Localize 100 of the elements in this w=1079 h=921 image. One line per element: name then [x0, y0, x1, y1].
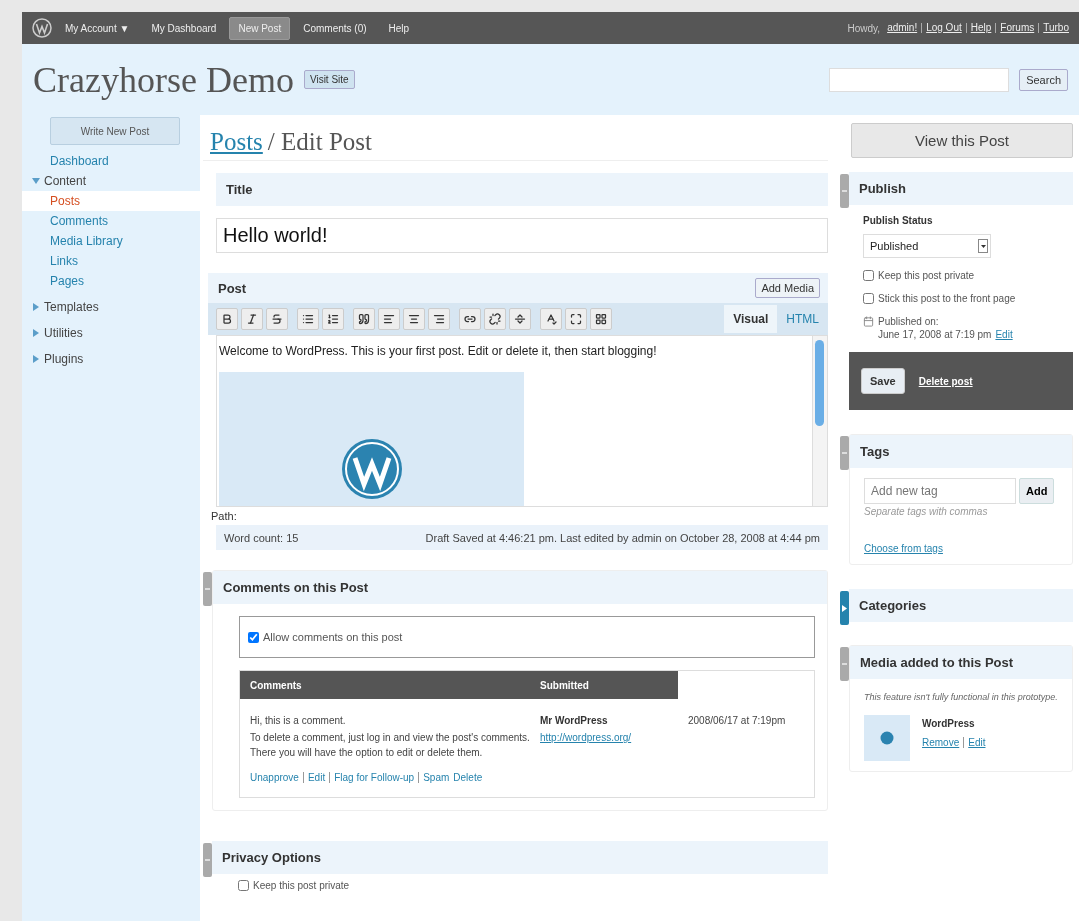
edit-link[interactable]: Edit: [995, 329, 1013, 340]
logo-icon: [340, 438, 403, 500]
align-left-icon: [383, 313, 395, 325]
toolbar-button[interactable]: [459, 308, 481, 330]
toolbar-button[interactable]: [378, 308, 400, 330]
checkbox[interactable]: [863, 270, 874, 281]
toolbar-button[interactable]: [241, 308, 263, 330]
checkbox[interactable]: [238, 880, 249, 891]
add-tag-button[interactable]: Add: [1019, 478, 1055, 504]
panel-title: Comments on this Post: [213, 571, 827, 604]
nav-item[interactable]: Links: [22, 251, 200, 271]
action-link[interactable]: Unapprove: [250, 772, 303, 783]
nav-item[interactable]: Dashboard: [22, 151, 200, 171]
nav-item[interactable]: Comments: [22, 211, 200, 231]
toggle-handle[interactable]: [840, 591, 849, 625]
user-link[interactable]: admin!: [883, 23, 922, 33]
quote-icon: [358, 313, 370, 325]
path-label: Path:: [211, 510, 237, 522]
choose-tags-link[interactable]: Choose from tags: [864, 543, 1058, 554]
breadcrumb-link[interactable]: Posts: [210, 128, 263, 156]
toolbar-button[interactable]: [353, 308, 375, 330]
checkbox-label: Keep this post private: [253, 880, 350, 891]
strikethrough-icon: [271, 313, 283, 325]
toggle-handle[interactable]: [203, 843, 212, 877]
editor-area[interactable]: Welcome to WordPress. This is your first post. Edit or delete it, then start blogging!: [216, 335, 828, 507]
action-link[interactable]: Delete: [453, 772, 487, 783]
menu-item[interactable]: My Dashboard: [142, 16, 226, 40]
delete-link[interactable]: Delete post: [918, 375, 973, 387]
action-link[interactable]: Remove: [922, 737, 964, 748]
account-link[interactable]: Turbo: [1038, 23, 1073, 33]
toolbar-button[interactable]: [297, 308, 319, 330]
field-label: Publish Status: [863, 215, 934, 226]
comment-date: 2008/06/17 at 7:19pm: [688, 714, 787, 728]
toolbar-button[interactable]: [484, 308, 506, 330]
link-icon: [464, 313, 476, 325]
add-media-button[interactable]: Add Media: [755, 278, 820, 298]
toggle-handle[interactable]: [203, 572, 212, 606]
calendar-icon: [863, 316, 874, 327]
menu-item[interactable]: My Account ▼: [56, 16, 139, 40]
column-header: Comments: [240, 671, 530, 699]
logo-icon: [880, 731, 894, 745]
editor-tab[interactable]: HTML: [777, 305, 828, 333]
toolbar-button[interactable]: [590, 308, 612, 330]
checkbox-label: Keep this post private: [878, 270, 975, 281]
toolbar-button[interactable]: [322, 308, 344, 330]
page-title: / Edit Post: [267, 128, 372, 156]
menu-item[interactable]: Help: [379, 16, 419, 40]
toggle-handle[interactable]: [840, 647, 849, 681]
toolbar-button[interactable]: [403, 308, 425, 330]
toggle-handle[interactable]: [840, 174, 849, 208]
nav-item[interactable]: Templates: [22, 297, 200, 317]
fullscreen-icon: [570, 313, 582, 325]
logo-icon: [32, 18, 52, 38]
action-link[interactable]: Edit: [302, 772, 330, 783]
checkbox[interactable]: [248, 631, 259, 643]
author-name: Mr WordPress: [540, 714, 609, 728]
search-button[interactable]: Search: [1019, 68, 1068, 91]
action-link[interactable]: Edit: [963, 737, 990, 748]
title-field[interactable]: Hello world!: [216, 218, 828, 253]
toolbar-button[interactable]: [509, 308, 531, 330]
toggle-handle[interactable]: [840, 436, 849, 470]
grid-icon: [595, 313, 607, 325]
toolbar-button[interactable]: [266, 308, 288, 330]
account-link[interactable]: Help: [965, 23, 996, 33]
toolbar-button[interactable]: [565, 308, 587, 330]
search-field[interactable]: [829, 67, 1010, 92]
bullet-list-icon: [302, 313, 314, 325]
visit-site-button[interactable]: Visit Site: [303, 70, 355, 89]
nav-item[interactable]: Content: [22, 171, 200, 191]
action-link[interactable]: Flag for Follow-up: [329, 772, 419, 783]
view-post-button[interactable]: View this Post: [851, 123, 1073, 158]
nav-item[interactable]: Plugins: [22, 349, 200, 369]
nav-item[interactable]: Pages: [22, 271, 200, 291]
menu-item[interactable]: Comments (0): [294, 16, 376, 40]
spellcheck-icon: [545, 313, 557, 325]
checkbox[interactable]: [863, 293, 874, 304]
draft-status: Draft Saved at 4:46:21 pm. Last edited by admin on October 28, 2008 at 4:44 pm: [425, 531, 820, 544]
tag-field[interactable]: Add new tag: [864, 478, 1016, 504]
toolbar-button[interactable]: [428, 308, 450, 330]
post-text: Welcome to WordPress. This is your first post. Edit or delete it, then start blogging!: [219, 344, 658, 358]
toolbar-button[interactable]: [216, 308, 238, 330]
word-count: Word count: 15: [224, 531, 299, 544]
write-post-button[interactable]: Write New Post: [50, 117, 180, 145]
caret-right-icon: [32, 355, 40, 363]
nav-item[interactable]: Media Library: [22, 231, 200, 251]
nav-item[interactable]: Utilities: [22, 323, 200, 343]
author-url[interactable]: http://wordpress.org/: [540, 730, 678, 745]
nav-item[interactable]: Posts: [22, 191, 200, 211]
editor-tab[interactable]: Visual: [724, 305, 778, 333]
status-select[interactable]: Published: [863, 234, 991, 258]
account-link[interactable]: Log Out: [921, 23, 966, 33]
publish-date: June 17, 2008 at 7:19 pm: [878, 329, 992, 340]
action-link[interactable]: Spam: [418, 772, 454, 783]
panel-title: Tags: [850, 435, 1072, 468]
save-button[interactable]: Save: [861, 368, 905, 394]
greeting-text: Howdy,: [847, 22, 881, 34]
checkbox-label: Allow comments on this post: [263, 631, 403, 643]
caret-right-icon: [32, 329, 40, 337]
toolbar-button[interactable]: [540, 308, 562, 330]
account-link[interactable]: Forums: [995, 23, 1039, 33]
